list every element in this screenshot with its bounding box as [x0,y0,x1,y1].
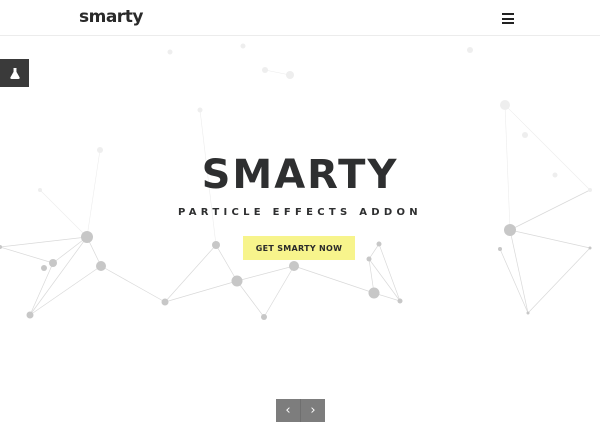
hamburger-menu-icon[interactable] [502,13,515,24]
chevron-right-icon[interactable]: › [301,399,325,422]
flask-icon [9,67,20,79]
hero-title: SMARTY [201,152,399,198]
top-navbar: smarty [0,0,600,36]
get-smarty-now-button[interactable]: GET SMARTY NOW [243,236,355,260]
slider-navigation: ‹ › [276,399,325,422]
chevron-left-icon[interactable]: ‹ [276,399,301,422]
hero-subtitle: PARTICLE EFFECTS ADDON [178,207,422,218]
logo[interactable]: smarty [79,7,143,27]
side-settings-toggle[interactable] [0,59,29,87]
